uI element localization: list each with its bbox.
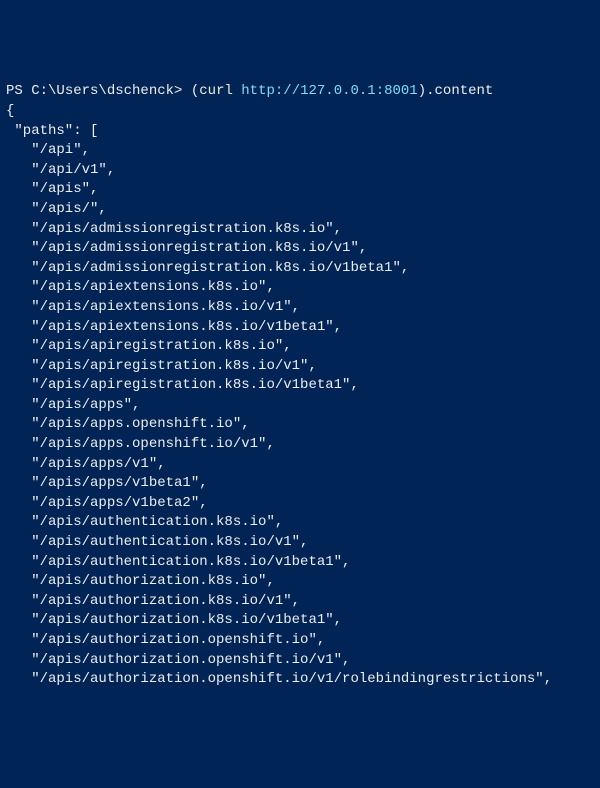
json-path-item: "/apis/apps.openshift.io/v1",: [6, 436, 275, 452]
json-path-item: "/apis/apiextensions.k8s.io/v1beta1",: [6, 319, 342, 335]
json-path-item: "/apis/apps.openshift.io",: [6, 416, 250, 432]
json-open-brace: {: [6, 103, 14, 119]
json-path-item: "/apis/apiregistration.k8s.io",: [6, 338, 292, 354]
property-access: .content: [426, 83, 493, 99]
json-path-item: "/apis",: [6, 181, 98, 197]
json-path-item: "/apis/admissionregistration.k8s.io/v1",: [6, 240, 367, 256]
json-path-item: "/apis/authentication.k8s.io",: [6, 514, 283, 530]
json-path-item: "/apis/",: [6, 201, 107, 217]
json-path-item: "/apis/apiregistration.k8s.io/v1beta1",: [6, 377, 359, 393]
json-path-item: "/apis/apps",: [6, 397, 140, 413]
json-path-item: "/apis/authorization.openshift.io/v1",: [6, 652, 350, 668]
json-path-item: "/apis/apps/v1beta1",: [6, 475, 208, 491]
json-path-item: "/apis/authentication.k8s.io/v1beta1",: [6, 554, 350, 570]
terminal-window[interactable]: PS C:\Users\dschenck> (curl http://127.0…: [6, 82, 594, 689]
json-path-item: "/apis/authorization.k8s.io",: [6, 573, 275, 589]
json-path-item: "/apis/apiextensions.k8s.io/v1",: [6, 299, 300, 315]
url-argument: http://127.0.0.1:8001: [241, 83, 417, 99]
paren-close: ): [418, 83, 426, 99]
prompt-arrow: >: [174, 83, 191, 99]
ps-prefix: PS: [6, 83, 31, 99]
json-path-item: "/apis/authentication.k8s.io/v1",: [6, 534, 308, 550]
cwd: C:\Users\dschenck: [31, 83, 174, 99]
json-path-item: "/apis/authorization.k8s.io/v1",: [6, 593, 300, 609]
json-path-item: "/api",: [6, 142, 90, 158]
json-path-item: "/apis/apps/v1beta2",: [6, 495, 208, 511]
json-path-item: "/apis/authorization.openshift.io",: [6, 632, 325, 648]
json-path-item: "/apis/authorization.k8s.io/v1beta1",: [6, 612, 342, 628]
json-path-item: "/apis/authorization.openshift.io/v1/rol…: [6, 671, 552, 687]
json-path-item: "/apis/apiextensions.k8s.io",: [6, 279, 275, 295]
json-paths-list: "/api", "/api/v1", "/apis", "/apis/", "/…: [6, 141, 594, 690]
json-path-item: "/apis/admissionregistration.k8s.io",: [6, 221, 342, 237]
json-paths-key: "paths": [: [6, 123, 98, 139]
json-path-item: "/apis/apiregistration.k8s.io/v1",: [6, 358, 317, 374]
json-path-item: "/api/v1",: [6, 162, 115, 178]
cmdlet-name: curl: [199, 83, 233, 99]
paren-open: (: [191, 83, 199, 99]
json-path-item: "/apis/admissionregistration.k8s.io/v1be…: [6, 260, 409, 276]
json-path-item: "/apis/apps/v1",: [6, 456, 166, 472]
prompt-line: PS C:\Users\dschenck> (curl http://127.0…: [6, 83, 493, 99]
